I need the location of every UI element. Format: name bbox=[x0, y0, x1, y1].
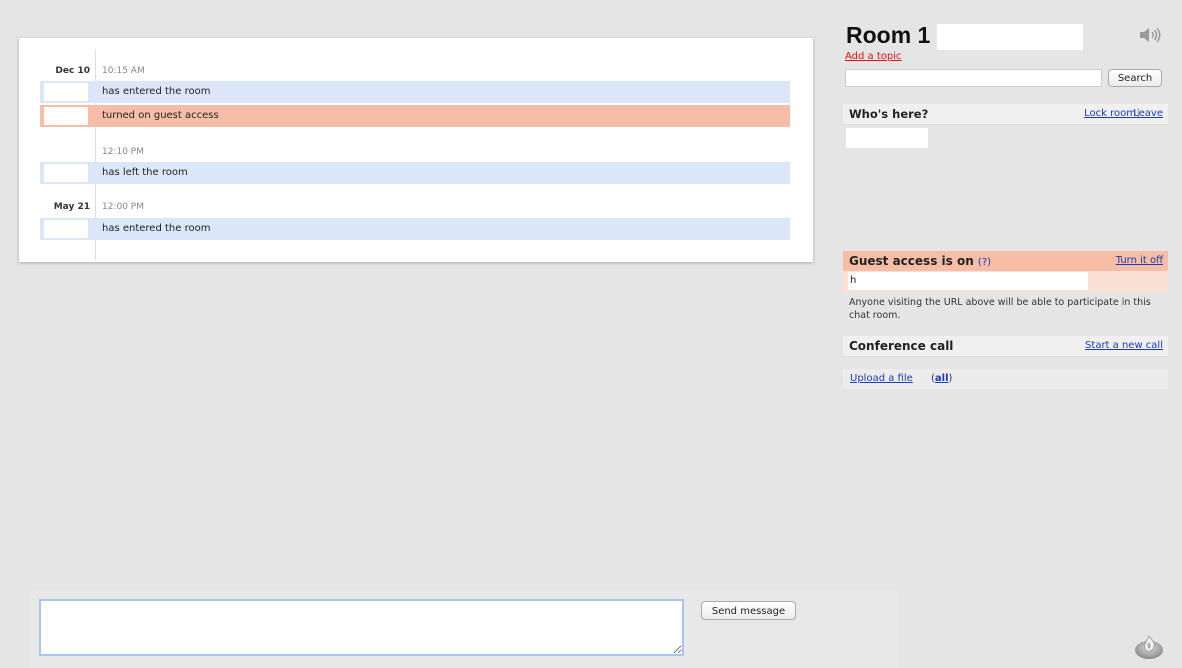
date-label: Dec 10 bbox=[55, 66, 90, 76]
user-name-box bbox=[44, 164, 88, 182]
campfire-logo-icon bbox=[1133, 632, 1165, 660]
message-input[interactable] bbox=[39, 599, 684, 656]
speaker-icon[interactable] bbox=[1138, 27, 1164, 43]
chat-message-row: has entered the room bbox=[40, 218, 790, 240]
conference-call-title: Conference call bbox=[849, 339, 954, 353]
leave-link[interactable]: Leave bbox=[1133, 104, 1163, 124]
search-button[interactable]: Search bbox=[1108, 69, 1162, 87]
start-new-call-link[interactable]: Start a new call bbox=[1085, 336, 1163, 356]
chat-message-row: has left the room bbox=[40, 162, 790, 184]
conference-call-bar: Conference call Start a new call bbox=[843, 336, 1168, 357]
guest-access-note: Anyone visiting the URL above will be ab… bbox=[849, 297, 1151, 321]
guest-access-title: Guest access is on (?) bbox=[849, 251, 991, 273]
all-files-link[interactable]: all bbox=[935, 373, 949, 384]
message-text: has entered the room bbox=[102, 223, 211, 234]
upload-bar: Upload a file (all) bbox=[843, 369, 1168, 389]
participant-entry bbox=[846, 128, 928, 148]
message-text: has left the room bbox=[102, 167, 188, 178]
turn-off-guest-access-link[interactable]: Turn it off bbox=[1116, 251, 1163, 271]
guest-url-field[interactable]: h bbox=[848, 272, 1088, 290]
send-message-button[interactable]: Send message bbox=[701, 601, 796, 620]
room-title[interactable]: Room 1 bbox=[846, 22, 930, 49]
guest-access-bar: Guest access is on (?) Turn it off bbox=[843, 251, 1168, 271]
whos-here-title: Who's here? bbox=[849, 107, 929, 121]
time-label: 12:10 PM bbox=[102, 147, 144, 157]
upload-file-link[interactable]: Upload a file bbox=[850, 369, 913, 389]
time-label: 10:15 AM bbox=[102, 66, 145, 76]
all-files-wrapper: (all) bbox=[931, 369, 952, 389]
user-name-box bbox=[44, 107, 88, 125]
chat-message-row: turned on guest access bbox=[40, 105, 790, 127]
message-text: has entered the room bbox=[102, 86, 211, 97]
chat-message-row: has entered the room bbox=[40, 81, 790, 103]
user-name-box bbox=[44, 220, 88, 238]
whos-here-bar: Who's here? Lock room | Leave bbox=[843, 104, 1168, 125]
message-text: turned on guest access bbox=[102, 110, 219, 121]
user-name-box bbox=[44, 83, 88, 101]
time-label: 12:00 PM bbox=[102, 202, 144, 212]
chat-transcript: Dec 10 10:15 AM has entered the room tur… bbox=[19, 38, 813, 262]
paren-close: ) bbox=[948, 373, 953, 384]
search-input[interactable] bbox=[845, 69, 1102, 87]
add-topic-link[interactable]: Add a topic bbox=[845, 51, 902, 62]
guest-help-link[interactable]: (?) bbox=[978, 257, 991, 268]
date-label: May 21 bbox=[53, 202, 90, 212]
room-name-field[interactable] bbox=[937, 24, 1083, 50]
guest-access-label: Guest access is on bbox=[849, 254, 974, 268]
lock-room-link[interactable]: Lock room bbox=[1084, 104, 1136, 124]
